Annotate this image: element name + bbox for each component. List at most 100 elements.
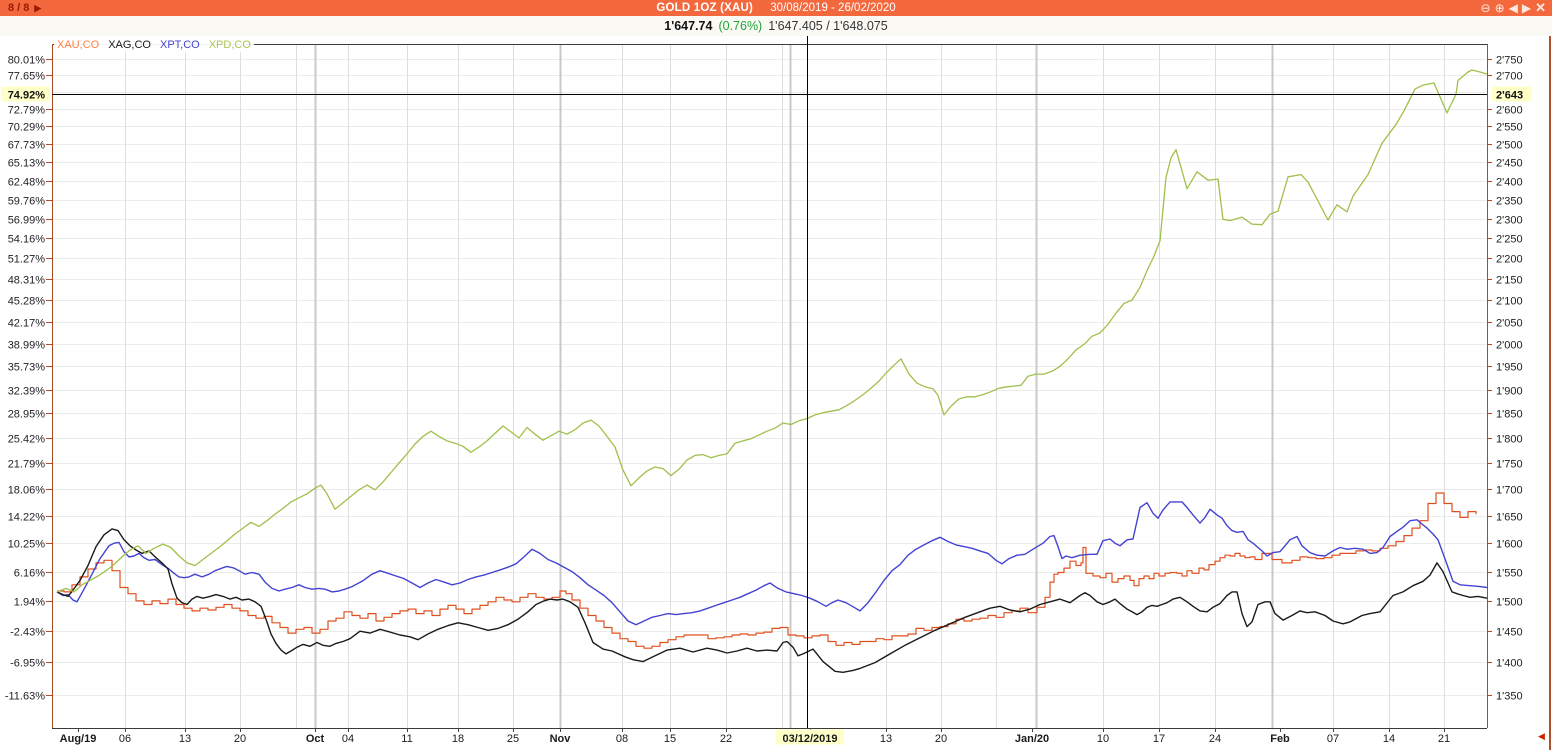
svg-text:Jan/20: Jan/20: [1015, 733, 1049, 745]
legend-item-xag[interactable]: XAG,CO: [108, 39, 151, 52]
svg-text:24: 24: [1209, 733, 1221, 745]
change-percent: (0.76%): [718, 19, 762, 33]
svg-text:2'750: 2'750: [1496, 55, 1523, 67]
svg-text:Oct: Oct: [306, 733, 325, 745]
svg-text:1'400: 1'400: [1496, 658, 1523, 670]
svg-text:2'500: 2'500: [1496, 140, 1523, 152]
svg-text:1'650: 1'650: [1496, 512, 1523, 524]
svg-text:13: 13: [179, 733, 191, 745]
svg-text:67.73%: 67.73%: [8, 140, 46, 152]
svg-text:2'350: 2'350: [1496, 196, 1523, 208]
svg-text:1'550: 1'550: [1496, 568, 1523, 580]
svg-text:2'643: 2'643: [1496, 90, 1523, 102]
svg-text:77.65%: 77.65%: [8, 71, 46, 83]
svg-text:35.73%: 35.73%: [8, 362, 46, 374]
svg-text:14: 14: [1383, 733, 1395, 745]
svg-text:54.16%: 54.16%: [8, 234, 46, 246]
svg-text:Nov: Nov: [550, 733, 572, 745]
svg-text:21: 21: [1438, 733, 1450, 745]
svg-text:-11.63%: -11.63%: [5, 691, 45, 703]
legend-item-xpt[interactable]: XPT,CO: [160, 39, 200, 52]
svg-text:10: 10: [1097, 733, 1109, 745]
svg-text:22: 22: [720, 733, 732, 745]
price-chart[interactable]: 80.01%2'75077.65%2'70072.79%2'60070.29%2…: [0, 0, 1552, 750]
svg-text:80.01%: 80.01%: [8, 55, 46, 67]
svg-text:14.22%: 14.22%: [8, 512, 46, 524]
svg-text:1'450: 1'450: [1496, 627, 1523, 639]
legend-item-xpd[interactable]: XPD,CO: [209, 39, 251, 52]
svg-text:04: 04: [342, 733, 354, 745]
svg-text:1'900: 1'900: [1496, 386, 1523, 398]
svg-text:28.95%: 28.95%: [8, 409, 46, 421]
svg-text:20: 20: [234, 733, 246, 745]
legend-item-xau[interactable]: XAU,CO: [57, 39, 99, 52]
svg-text:06: 06: [119, 733, 131, 745]
svg-text:62.48%: 62.48%: [8, 177, 46, 189]
svg-text:74.92%: 74.92%: [8, 90, 46, 102]
svg-text:25: 25: [507, 733, 519, 745]
svg-text:-2.43%: -2.43%: [10, 627, 45, 639]
quote-bar: 1'647.74 (0.76%) 1'647.405 / 1'648.075: [0, 16, 1552, 36]
svg-text:2'000: 2'000: [1496, 340, 1523, 352]
title-bar: 8 / 8 ▶ GOLD 1OZ (XAU) 30/08/2019 - 26/0…: [0, 0, 1552, 16]
svg-text:65.13%: 65.13%: [8, 158, 46, 170]
last-price: 1'647.74: [664, 19, 712, 33]
svg-text:56.99%: 56.99%: [8, 215, 46, 227]
window-edge-bar: [1549, 36, 1551, 750]
svg-text:1'350: 1'350: [1496, 691, 1523, 703]
title-area: GOLD 1OZ (XAU) 30/08/2019 - 26/02/2020: [0, 2, 1552, 14]
svg-text:32.39%: 32.39%: [8, 386, 46, 398]
svg-text:17: 17: [1153, 733, 1165, 745]
svg-text:Aug/19: Aug/19: [60, 733, 97, 745]
scroll-left-icon[interactable]: ◀: [1509, 0, 1518, 16]
zoom-in-icon[interactable]: ⊕: [1495, 0, 1505, 16]
svg-text:2'100: 2'100: [1496, 296, 1523, 308]
svg-text:6.16%: 6.16%: [14, 568, 45, 580]
svg-text:1'950: 1'950: [1496, 362, 1523, 374]
svg-text:1'850: 1'850: [1496, 409, 1523, 421]
svg-text:42.17%: 42.17%: [8, 318, 46, 330]
pager-label: 8 / 8: [8, 2, 29, 14]
series-legend: XAU,CO XAG,CO XPT,CO XPD,CO: [54, 39, 254, 52]
svg-text:11: 11: [401, 733, 412, 745]
svg-text:2'250: 2'250: [1496, 234, 1523, 246]
svg-text:48.31%: 48.31%: [8, 275, 46, 287]
svg-text:2'450: 2'450: [1496, 158, 1523, 170]
svg-text:2'300: 2'300: [1496, 215, 1523, 227]
svg-text:25.42%: 25.42%: [8, 434, 46, 446]
scrollbar-left-icon[interactable]: ◀: [1538, 731, 1545, 742]
window-controls: ⊖ ⊕ ◀ ▶ ✕: [1481, 0, 1547, 16]
svg-text:72.79%: 72.79%: [8, 105, 46, 117]
svg-text:1'500: 1'500: [1496, 597, 1523, 609]
svg-text:2'150: 2'150: [1496, 275, 1523, 287]
svg-text:1'750: 1'750: [1496, 459, 1523, 471]
pager-next-icon[interactable]: ▶: [34, 3, 41, 14]
x-axis-labels: Aug/19061320Oct04111825Nov08152203/12/20…: [60, 728, 1450, 745]
svg-text:1'800: 1'800: [1496, 434, 1523, 446]
svg-text:2'550: 2'550: [1496, 122, 1523, 134]
bid-ask: 1'647.405 / 1'648.075: [768, 19, 887, 33]
svg-text:51.27%: 51.27%: [8, 254, 46, 266]
scroll-right-icon[interactable]: ▶: [1522, 0, 1531, 16]
svg-text:2'700: 2'700: [1496, 71, 1523, 83]
svg-text:2'400: 2'400: [1496, 177, 1523, 189]
svg-text:70.29%: 70.29%: [8, 122, 46, 134]
zoom-out-icon[interactable]: ⊖: [1481, 0, 1491, 16]
svg-text:45.28%: 45.28%: [8, 296, 46, 308]
gridlines: [52, 44, 1487, 728]
instrument-title: GOLD 1OZ (XAU): [656, 2, 753, 14]
svg-text:13: 13: [880, 733, 892, 745]
chart-window: 8 / 8 ▶ GOLD 1OZ (XAU) 30/08/2019 - 26/0…: [0, 0, 1552, 750]
svg-text:Feb: Feb: [1270, 733, 1290, 745]
svg-text:08: 08: [616, 733, 628, 745]
svg-text:15: 15: [664, 733, 676, 745]
close-icon[interactable]: ✕: [1535, 0, 1546, 16]
chart-pager[interactable]: 8 / 8 ▶: [8, 0, 41, 16]
svg-text:10.25%: 10.25%: [8, 539, 46, 551]
svg-text:18: 18: [452, 733, 464, 745]
svg-text:20: 20: [935, 733, 947, 745]
svg-text:2'050: 2'050: [1496, 318, 1523, 330]
svg-text:38.99%: 38.99%: [8, 340, 46, 352]
svg-text:07: 07: [1327, 733, 1339, 745]
svg-text:18.06%: 18.06%: [8, 485, 46, 497]
